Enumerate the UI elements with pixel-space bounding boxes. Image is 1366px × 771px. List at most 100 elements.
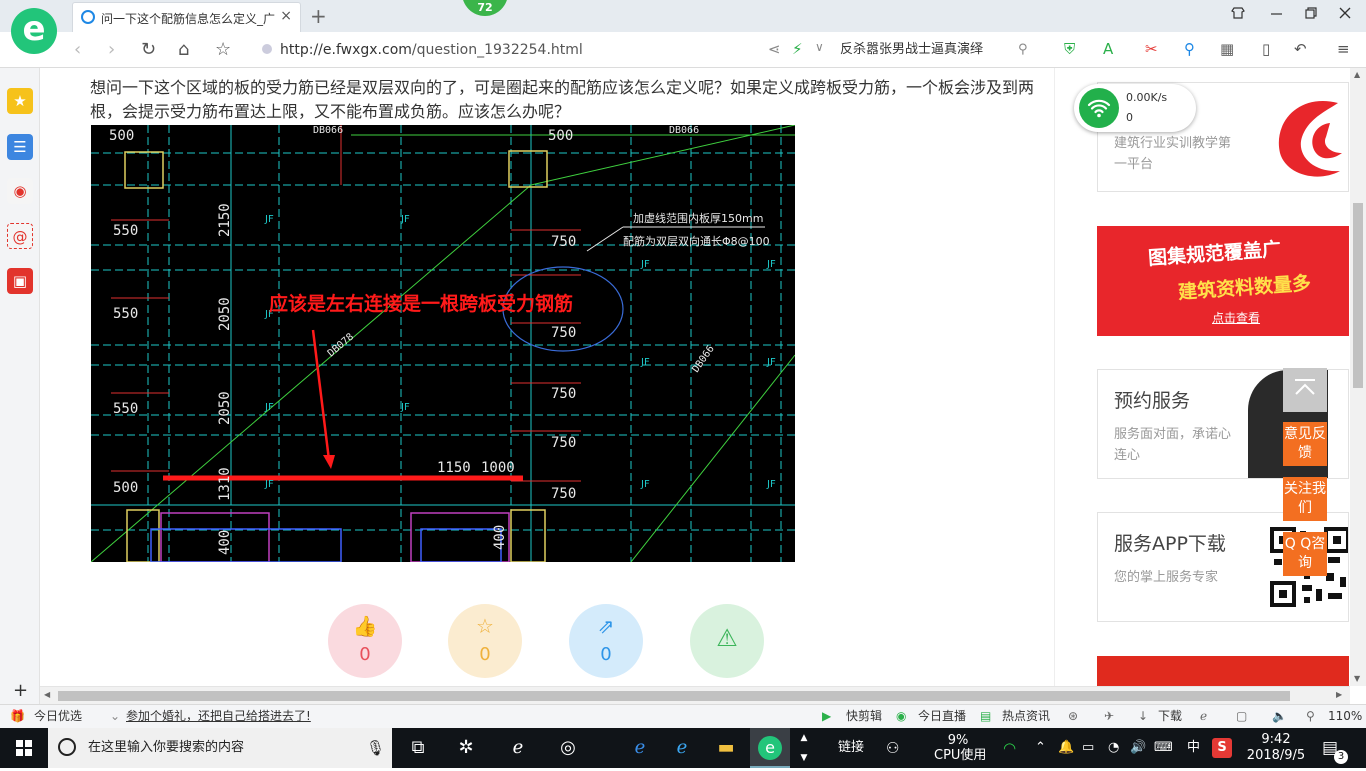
taskbar-scroll-icon[interactable]: ▲ ▼ [796, 728, 812, 768]
download-link[interactable]: 下载 [1158, 705, 1182, 728]
add-sidebar-icon[interactable]: + [13, 680, 28, 701]
list-icon[interactable]: ☰ [7, 134, 33, 160]
360-app-icon[interactable]: ◎ [548, 728, 588, 768]
refresh-icon[interactable]: ↻ [141, 39, 156, 60]
ime-indicator[interactable]: 中 [1187, 728, 1200, 768]
title-bar: 问一下这个配筋信息怎么定义_广 × + 72 [0, 0, 1366, 32]
ie-mode-icon[interactable]: ℯ [1200, 705, 1207, 728]
close-window-icon[interactable] [1338, 6, 1352, 24]
speedup-icon[interactable]: ⊛ [1068, 705, 1078, 728]
speaker-icon[interactable]: 🔊 [1130, 728, 1146, 768]
file-explorer-icon[interactable]: ▬ [706, 728, 746, 768]
task-view-icon[interactable]: ⧉ [398, 728, 438, 768]
new-tab-button[interactable]: + [310, 4, 327, 28]
minimize-icon[interactable] [1270, 6, 1284, 24]
mail-icon[interactable]: @ [7, 223, 33, 249]
reading-mode-icon[interactable]: ▯ [1262, 40, 1270, 58]
wifi-tray-icon[interactable]: ◠ [1003, 728, 1016, 768]
like-button[interactable]: 👍 0 [328, 604, 402, 678]
zoom-level[interactable]: 110% [1328, 705, 1362, 728]
cpu-monitor[interactable]: 9% CPU使用 [934, 728, 986, 768]
scroll-up-icon[interactable]: ▲ [1354, 70, 1360, 79]
scroll-left-icon[interactable]: ◀ [44, 690, 50, 699]
game-icon[interactable]: ▣ [7, 268, 33, 294]
network-speed-widget[interactable]: 0.00K/s 0 [1074, 84, 1196, 132]
cad-dim-vertical-1: 2150 [217, 203, 233, 237]
microphone-icon[interactable]: 🎙 [366, 728, 385, 768]
quick-clip-link[interactable]: 快剪辑 [846, 705, 882, 728]
weibo-icon[interactable]: ◉ [7, 178, 33, 204]
site-info-icon[interactable] [262, 44, 272, 54]
report-button[interactable]: ⚠ [690, 604, 764, 678]
active-browser-icon[interactable]: e [750, 728, 790, 768]
scroll-down-icon[interactable]: ▼ [1354, 674, 1360, 683]
tab-close-icon[interactable]: × [280, 8, 292, 24]
thumbs-up-icon: 👍 [352, 614, 378, 638]
screenshot-scissors-icon[interactable]: ✂ [1145, 40, 1158, 58]
skin-icon[interactable] [1231, 6, 1245, 24]
apps-grid-icon[interactable]: ▦ [1220, 40, 1234, 58]
internet-explorer-icon[interactable]: ℯ [662, 728, 702, 768]
edge-icon[interactable]: ℯ [620, 728, 660, 768]
promo-banner[interactable]: 图集规范覆盖广 建筑资料数量多 点击查看 [1097, 226, 1349, 336]
keyboard-icon[interactable]: ⌨ [1154, 728, 1173, 768]
follow-us-button[interactable]: 关注我们 [1283, 477, 1327, 521]
star-icon: ☆ [476, 614, 494, 638]
link-label[interactable]: 链接 [838, 728, 864, 768]
news-ticker-link[interactable]: 参加个婚礼，还把自己给搭进去了! [126, 705, 311, 728]
notification-badge[interactable]: 72 [462, 0, 508, 16]
share-icon[interactable]: ⋖ [768, 40, 781, 58]
network-icon[interactable]: ◔ [1108, 728, 1119, 768]
cortana-icon [58, 738, 76, 756]
favorite-button[interactable]: ☆ 0 [448, 604, 522, 678]
menu-icon[interactable]: ≡ [1337, 40, 1350, 58]
battery-icon[interactable]: ▭ [1082, 728, 1094, 768]
forward-icon[interactable]: › [108, 39, 115, 60]
translate-icon[interactable]: A [1103, 40, 1113, 58]
security-shield-icon[interactable]: ⛨ [1064, 40, 1075, 58]
undo-close-icon[interactable]: ↶ [1294, 40, 1307, 58]
pin-icon[interactable]: ✈ [1104, 705, 1114, 728]
share-button[interactable]: ⇗ 0 [569, 604, 643, 678]
pinwheel-app-icon[interactable]: ✲ [446, 728, 486, 768]
home-icon[interactable]: ⌂ [178, 39, 189, 60]
today-live-link[interactable]: 今日直播 [918, 705, 966, 728]
tray-chevron-icon[interactable]: ⌃ [1035, 728, 1046, 768]
windows-start-icon[interactable] [0, 728, 48, 768]
taskbar-search-input[interactable]: 在这里输入你要搜索的内容 🎙 [48, 728, 392, 768]
today-pick-link[interactable]: 今日优选 [34, 705, 82, 728]
ie-browser-icon[interactable]: ℯ [498, 728, 538, 768]
search-icon[interactable]: ⚲ [1018, 38, 1028, 62]
volume-icon[interactable]: 🔈 [1272, 705, 1287, 728]
bookmark-star-icon[interactable]: ☆ [215, 39, 231, 60]
system-clock[interactable]: 9:42 2018/9/5 [1244, 728, 1308, 768]
speed-mode-icon[interactable]: ⚡ [792, 40, 803, 58]
people-icon[interactable]: ⚇ [886, 728, 899, 768]
url-bar[interactable]: http://e.fwxgx.com/question_1932254.html [262, 38, 762, 62]
vertical-scrollbar[interactable]: ▲ ▼ [1350, 68, 1366, 686]
favorites-star-icon[interactable]: ★ [7, 88, 33, 114]
tab-active[interactable]: 问一下这个配筋信息怎么定义_广 × [72, 2, 301, 32]
promo-cta[interactable]: 点击查看 [1212, 309, 1260, 326]
red-banner[interactable] [1097, 656, 1349, 686]
appointment-desc: 服务面对面，承诺心连心 [1114, 427, 1232, 463]
cad-jf-label: JF [640, 479, 650, 490]
chevron-down-icon[interactable]: ∨ [815, 40, 824, 54]
qq-consult-button[interactable]: Q Q咨询 [1283, 532, 1327, 576]
sogou-ime-icon[interactable]: S [1212, 738, 1232, 758]
window-icon[interactable]: ▢ [1236, 705, 1247, 728]
scroll-right-icon[interactable]: ▶ [1336, 690, 1342, 699]
horizontal-scroll-thumb[interactable] [58, 691, 1290, 701]
horizontal-scrollbar[interactable]: ◀ ▶ [40, 686, 1350, 704]
restore-icon[interactable] [1304, 6, 1318, 24]
browser-logo[interactable]: e [11, 8, 57, 54]
back-icon[interactable]: ‹ [74, 39, 81, 60]
notification-bell-icon[interactable]: 🔔 [1058, 728, 1074, 768]
hot-news-link[interactable]: 热点资讯 [1002, 705, 1050, 728]
vertical-scroll-thumb[interactable] [1353, 203, 1363, 388]
search-input[interactable]: 反杀嚣张男战士逼真演绎 ⚲ [840, 38, 1040, 62]
feedback-button[interactable]: 意见反馈 [1283, 422, 1327, 466]
back-to-top-button[interactable] [1283, 368, 1327, 412]
cad-dim-right-2: 750 [551, 234, 576, 250]
find-icon[interactable]: ⚲ [1184, 40, 1195, 58]
